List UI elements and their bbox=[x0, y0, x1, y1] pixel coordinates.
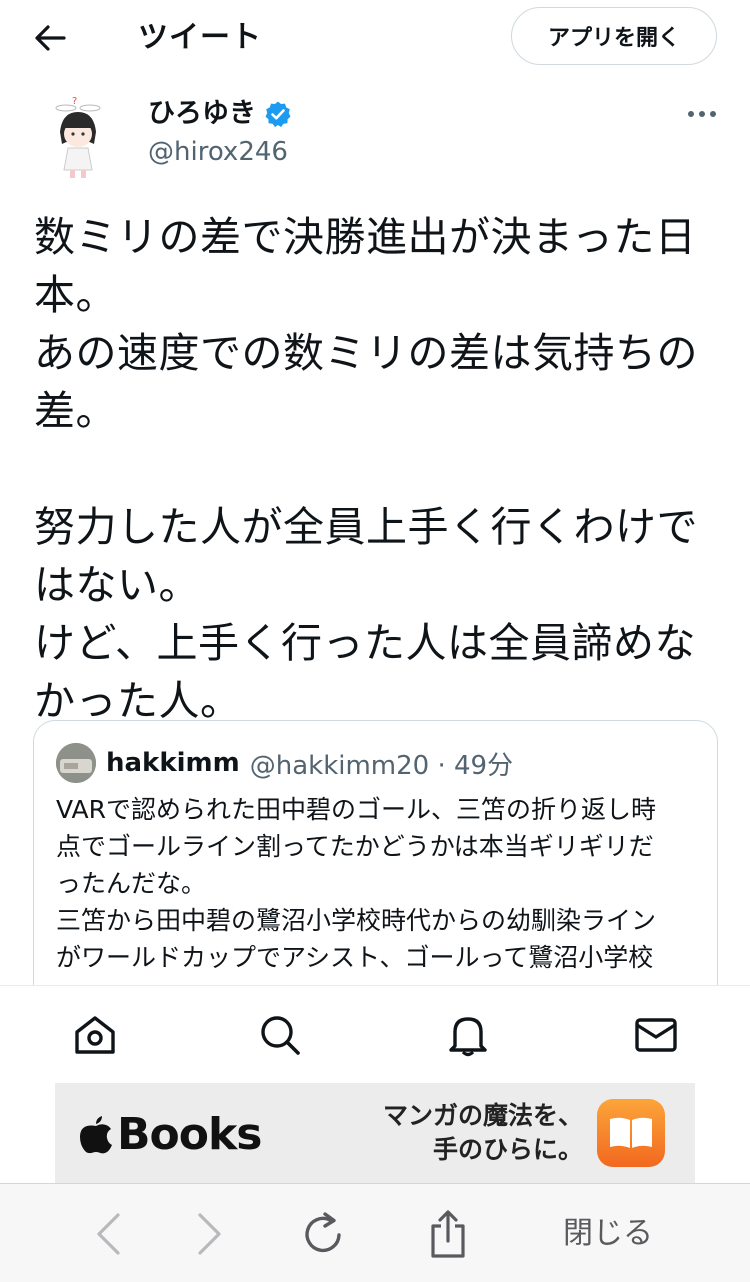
quoted-author-name: hakkimm bbox=[106, 748, 240, 778]
chevron-left-icon bbox=[97, 1213, 120, 1255]
svg-text:?: ? bbox=[72, 96, 77, 107]
ad-tagline-line-2: 手のひらに。 bbox=[432, 1135, 583, 1164]
quoted-line: VARで認められた田中碧のゴール、三笘の折り返し時 bbox=[56, 795, 656, 824]
quoted-line: ったんだな。 bbox=[56, 869, 207, 898]
browser-back-button[interactable] bbox=[80, 1206, 136, 1262]
author-name: ひろゆき bbox=[148, 98, 256, 129]
top-header: ツイート アプリを開く bbox=[0, 0, 750, 78]
tweet-line: 努力した人が全員上手く行くわけで bbox=[34, 503, 698, 551]
bottom-navigation bbox=[0, 985, 750, 1084]
author-name-row[interactable]: ひろゆき bbox=[148, 96, 292, 132]
tweet-line: 本。 bbox=[34, 271, 117, 319]
browser-forward-button[interactable] bbox=[182, 1206, 238, 1262]
tweet-line: あの速度での数ミリの差は気持ちの bbox=[34, 329, 698, 377]
tweet-line: けど、上手く行った人は全員諦めな bbox=[34, 619, 696, 667]
avatar-illustration: ? bbox=[32, 92, 124, 184]
apple-books-logo: Books bbox=[79, 1108, 262, 1160]
apple-logo-icon bbox=[80, 1116, 112, 1154]
quoted-author-avatar bbox=[56, 743, 96, 783]
tweet-line: 差。 bbox=[34, 387, 117, 435]
reload-button[interactable] bbox=[296, 1206, 352, 1262]
home-icon[interactable] bbox=[70, 1010, 120, 1060]
quoted-tweet-header: hakkimm @hakkimm20 · 49分 bbox=[56, 743, 513, 783]
quoted-line: 三笘から田中碧の鷺沼小学校時代からの幼馴染ライン bbox=[56, 906, 657, 935]
search-icon[interactable] bbox=[255, 1010, 305, 1060]
tweet-paragraph-gap bbox=[34, 440, 724, 498]
share-button[interactable] bbox=[420, 1206, 476, 1262]
author-avatar[interactable]: ? bbox=[32, 92, 124, 184]
close-button[interactable]: 閉じる bbox=[548, 1210, 668, 1258]
apple-books-ad-banner[interactable]: Books マンガの魔法を、 手のひらに。 bbox=[55, 1083, 695, 1183]
messages-icon[interactable] bbox=[631, 1010, 681, 1060]
tweet-text: 数ミリの差で決勝進出が決まった日 本。 あの速度での数ミリの差は気持ちの 差。 … bbox=[34, 208, 724, 730]
reload-icon bbox=[305, 1212, 341, 1253]
ad-brand-text: Books bbox=[117, 1108, 262, 1160]
back-button[interactable] bbox=[22, 14, 78, 62]
quoted-author-handle-time: @hakkimm20 · 49分 bbox=[249, 750, 514, 781]
ad-tagline-line-1: マンガの魔法を、 bbox=[382, 1101, 583, 1130]
more-dots-icon bbox=[688, 111, 716, 117]
more-options-button[interactable] bbox=[674, 94, 730, 134]
quoted-line: 点でゴールライン割ってたかどうかは本当ギリギリだ bbox=[56, 832, 654, 861]
author-handle[interactable]: @hirox246 bbox=[148, 135, 288, 169]
browser-toolbar: 閉じる bbox=[0, 1183, 750, 1282]
quoted-avatar-image bbox=[56, 743, 96, 783]
quoted-tweet-text: VARで認められた田中碧のゴール、三笘の折り返し時 点でゴールライン割ってたかど… bbox=[56, 791, 706, 976]
share-icon bbox=[431, 1210, 465, 1258]
open-book-icon bbox=[610, 1117, 652, 1148]
quoted-line: がワールドカップでアシスト、ゴールって鷺沼小学校 bbox=[56, 943, 654, 972]
books-app-icon[interactable] bbox=[597, 1099, 665, 1167]
page-title: ツイート bbox=[138, 20, 262, 55]
chevron-right-icon bbox=[198, 1213, 221, 1255]
ad-tagline: マンガの魔法を、 手のひらに。 bbox=[383, 1099, 583, 1167]
tweet-line: 数ミリの差で決勝進出が決まった日 bbox=[34, 213, 697, 261]
back-arrow-icon bbox=[35, 25, 66, 51]
verified-badge-icon bbox=[265, 101, 291, 127]
open-app-button[interactable]: アプリを開く bbox=[511, 7, 717, 65]
tweet-line: はない。 bbox=[34, 561, 200, 609]
notifications-icon[interactable] bbox=[443, 1010, 493, 1060]
